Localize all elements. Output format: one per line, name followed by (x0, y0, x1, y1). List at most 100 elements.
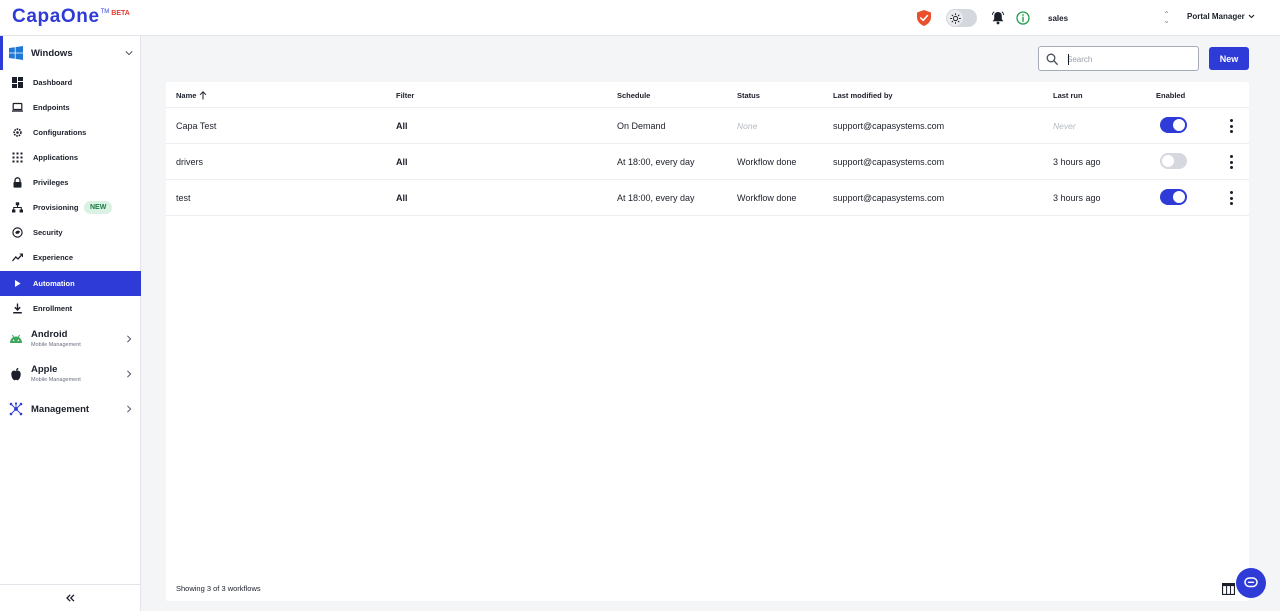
sidebar-section-management[interactable]: Management (0, 392, 141, 426)
sidebar-item-label: Configurations (33, 128, 87, 137)
sidebar-item-security[interactable]: Security (0, 220, 141, 245)
sidebar-section-sublabel: Mobile Management (31, 342, 81, 348)
enabled-toggle[interactable] (1160, 117, 1187, 133)
updown-chevron-icon: ⌃ ⌄ (1163, 10, 1170, 25)
column-header-schedule[interactable]: Schedule (617, 91, 650, 100)
grid-icon (12, 152, 23, 163)
top-header: CapaOne TM BETA sales ⌃ ⌄ Portal Manager (0, 0, 1280, 36)
tenant-select-value: sales (1048, 13, 1069, 23)
workflow-filter: All (396, 121, 408, 131)
workflow-name[interactable]: Capa Test (176, 121, 216, 131)
workflows-table: Name Filter Schedule Status Last modifie… (166, 82, 1249, 601)
tenant-select[interactable]: sales ⌃ ⌄ (1044, 8, 1174, 28)
trend-icon (12, 253, 23, 262)
workflow-name[interactable]: drivers (176, 157, 203, 167)
new-workflow-button[interactable]: New (1209, 47, 1249, 70)
workflow-modified-by: support@capasystems.com (833, 193, 945, 203)
workflow-filter: All (396, 193, 408, 203)
column-header-last-run[interactable]: Last run (1053, 91, 1083, 100)
search-box[interactable] (1038, 46, 1199, 71)
row-actions-menu-icon[interactable] (1228, 191, 1234, 205)
workflow-last-run: Never (1053, 121, 1076, 131)
sidebar-item-label: Automation (33, 279, 75, 288)
column-header-enabled[interactable]: Enabled (1156, 91, 1185, 100)
sidebar-section-windows[interactable]: Windows (0, 36, 141, 70)
sidebar-item-label: Privileges (33, 178, 69, 187)
row-actions-menu-icon[interactable] (1228, 119, 1234, 133)
column-header-filter[interactable]: Filter (396, 91, 414, 100)
logo-text: CapaOne (12, 6, 100, 27)
beta-label: BETA (111, 10, 130, 17)
table-row[interactable]: Capa Test All On Demand None support@cap… (166, 108, 1249, 144)
windows-icon (9, 46, 23, 60)
sidebar: Windows Dashboard Endpoints Configuratio… (0, 36, 141, 611)
results-count: Showing 3 of 3 workflows (176, 584, 261, 593)
theme-toggle[interactable] (946, 9, 977, 27)
text-caret (1068, 54, 1069, 65)
workflow-status: None (737, 121, 758, 131)
workflow-name[interactable]: test (176, 193, 191, 203)
sidebar-item-label: Security (33, 228, 63, 237)
workflow-filter: All (396, 157, 408, 167)
enabled-toggle[interactable] (1160, 153, 1187, 169)
lock-icon (13, 177, 22, 188)
row-actions-menu-icon[interactable] (1228, 155, 1234, 169)
chevron-down-icon (1248, 14, 1255, 19)
workflow-schedule: On Demand (617, 121, 666, 131)
sidebar-item-provisioning[interactable]: Provisioning NEW (0, 195, 141, 220)
table-columns-icon[interactable] (1222, 583, 1235, 595)
workflow-status: Workflow done (737, 157, 797, 167)
sidebar-item-endpoints[interactable]: Endpoints (0, 95, 141, 120)
column-header-status[interactable]: Status (737, 91, 760, 100)
sidebar-item-label: Provisioning (33, 203, 79, 212)
sidebar-item-configurations[interactable]: Configurations (0, 120, 141, 145)
management-icon (9, 402, 23, 416)
chevron-down-icon (125, 51, 133, 56)
sidebar-section-android[interactable]: Android Mobile Management (0, 322, 141, 356)
column-header-name[interactable]: Name (176, 91, 207, 100)
shield-check-icon[interactable] (917, 10, 931, 26)
sidebar-section-apple[interactable]: Apple Mobile Management (0, 357, 141, 391)
workflow-schedule: At 18:00, every day (617, 193, 695, 203)
chat-bubble-icon (1244, 577, 1258, 588)
sidebar-section-label: Android (31, 329, 68, 340)
user-name: Portal Manager (1187, 12, 1245, 21)
workflow-schedule: At 18:00, every day (617, 157, 695, 167)
sidebar-item-experience[interactable]: Experience (0, 245, 141, 270)
sidebar-item-label: Experience (33, 253, 74, 262)
theme-toggle-knob (947, 10, 963, 26)
user-menu[interactable]: Portal Manager (1187, 12, 1255, 21)
enabled-toggle[interactable] (1160, 189, 1187, 205)
play-icon (15, 280, 21, 287)
table-row[interactable]: test All At 18:00, every day Workflow do… (166, 180, 1249, 216)
sidebar-section-label: Apple (31, 364, 58, 375)
laptop-icon (12, 102, 23, 112)
search-input[interactable] (1067, 51, 1193, 67)
sidebar-item-privileges[interactable]: Privileges (0, 170, 141, 195)
apple-icon (11, 367, 21, 381)
sidebar-section-label: Management (31, 403, 90, 415)
double-chevron-left-icon (66, 594, 75, 602)
support-chat-button[interactable] (1236, 568, 1266, 598)
collapse-sidebar-button[interactable] (0, 584, 141, 611)
sun-icon (949, 12, 961, 24)
column-header-last-modified-by[interactable]: Last modified by (833, 91, 893, 100)
sidebar-item-automation[interactable]: Automation (0, 271, 141, 296)
download-icon (13, 303, 22, 314)
capaone-logo[interactable]: CapaOne TM BETA (12, 6, 130, 28)
sidebar-item-label: Applications (33, 153, 79, 162)
workflow-modified-by: support@capasystems.com (833, 121, 945, 131)
bell-icon[interactable] (991, 11, 1005, 25)
sidebar-section-sublabel: Mobile Management (31, 377, 81, 383)
sidebar-item-label: Dashboard (33, 78, 73, 87)
sidebar-item-label: Enrollment (33, 304, 73, 313)
security-icon (12, 227, 23, 238)
new-badge: NEW (84, 201, 113, 214)
sidebar-item-enrollment[interactable]: Enrollment (0, 296, 141, 321)
table-row[interactable]: drivers All At 18:00, every day Workflow… (166, 144, 1249, 180)
sidebar-item-dashboard[interactable]: Dashboard (0, 70, 141, 95)
info-icon[interactable] (1016, 11, 1030, 25)
sidebar-item-applications[interactable]: Applications (0, 145, 141, 170)
toggle-knob (1162, 155, 1174, 167)
sidebar-item-label: Endpoints (33, 103, 70, 112)
